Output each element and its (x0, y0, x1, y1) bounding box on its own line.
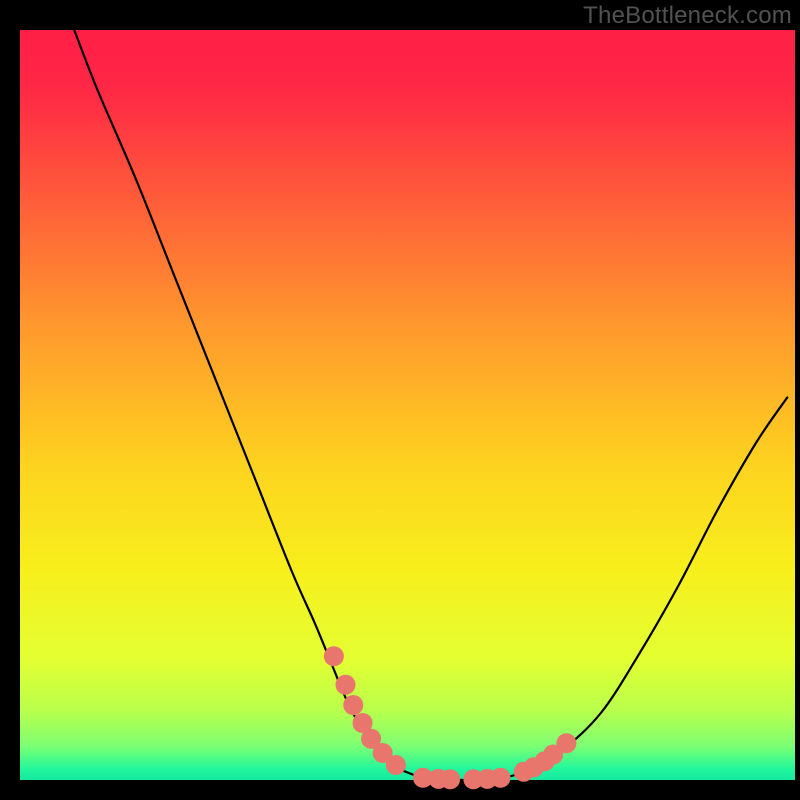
chart-canvas (0, 0, 800, 800)
cluster-marker (556, 733, 576, 753)
cluster-marker (386, 755, 406, 775)
watermark-label: TheBottleneck.com (583, 2, 792, 30)
cluster-marker (491, 768, 511, 788)
cluster-marker (324, 646, 344, 666)
gradient-background (20, 30, 795, 780)
outer-frame: TheBottleneck.com (0, 0, 800, 800)
cluster-marker (343, 695, 363, 715)
cluster-marker (440, 769, 460, 789)
cluster-marker (336, 675, 356, 695)
